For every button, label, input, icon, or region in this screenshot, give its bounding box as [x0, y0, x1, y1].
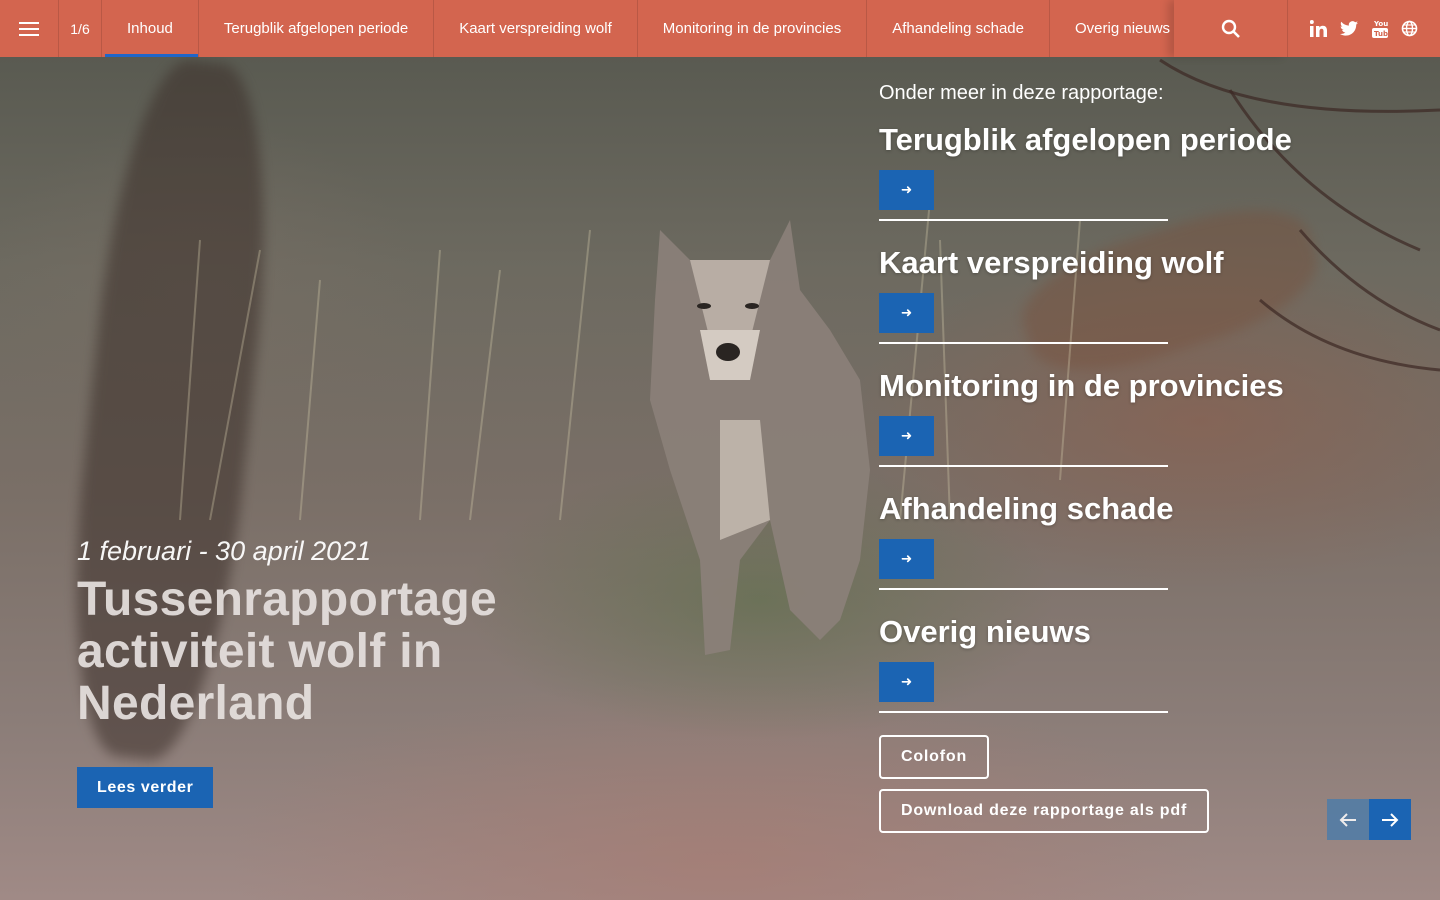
chapter-tabs: Inhoud Terugblik afgelopen periode Kaart…	[102, 0, 1174, 57]
toc-item-title[interactable]: Afhandeling schade	[879, 489, 1399, 529]
divider	[879, 588, 1168, 590]
slide-pager	[1327, 799, 1411, 840]
toc-go-button[interactable]: ➜	[879, 416, 934, 456]
page-title: Tussenrapportage activiteit wolf in Nede…	[77, 573, 497, 730]
toc-item-title[interactable]: Kaart verspreiding wolf	[879, 243, 1399, 283]
search-icon	[1221, 19, 1240, 38]
twitter-icon[interactable]	[1340, 21, 1359, 36]
tab-overig[interactable]: Overig nieuws	[1050, 0, 1174, 57]
menu-button[interactable]	[0, 0, 59, 57]
table-of-contents: Terugblik afgelopen periode ➜ Kaart vers…	[879, 120, 1399, 735]
toc-item-title[interactable]: Overig nieuws	[879, 612, 1399, 652]
toc-item-title[interactable]: Monitoring in de provincies	[879, 366, 1399, 406]
toc-go-button[interactable]: ➜	[879, 662, 934, 702]
linkedin-icon[interactable]	[1309, 20, 1327, 37]
next-page-button[interactable]	[1369, 799, 1411, 840]
top-navigation: 1/6 Inhoud Terugblik afgelopen periode K…	[0, 0, 1440, 57]
tab-kaart[interactable]: Kaart verspreiding wolf	[434, 0, 638, 57]
tab-schade[interactable]: Afhandeling schade	[867, 0, 1050, 57]
toc-intro: Onder meer in deze rapportage:	[879, 82, 1164, 104]
toc-item: Kaart verspreiding wolf ➜	[879, 243, 1399, 366]
divider	[879, 465, 1168, 467]
arrow-left-icon	[1339, 812, 1356, 827]
previous-page-button[interactable]	[1327, 799, 1369, 840]
divider	[879, 711, 1168, 713]
youtube-icon[interactable]: You Tube	[1371, 19, 1388, 38]
hamburger-menu-icon	[19, 21, 39, 36]
toc-go-button[interactable]: ➜	[879, 539, 934, 579]
globe-icon[interactable]	[1401, 20, 1418, 37]
svg-text:Tube: Tube	[1374, 30, 1388, 38]
colofon-button[interactable]: Colofon	[879, 735, 990, 779]
toc-item: Overig nieuws ➜	[879, 612, 1399, 735]
toc-go-button[interactable]: ➜	[879, 293, 934, 333]
read-more-button[interactable]: Lees verder	[77, 767, 214, 808]
page-counter: 1/6	[59, 0, 102, 57]
svg-text:You: You	[1373, 20, 1388, 28]
toc-item-title[interactable]: Terugblik afgelopen periode	[879, 120, 1399, 160]
tab-terugblik[interactable]: Terugblik afgelopen periode	[199, 0, 435, 57]
tab-inhoud[interactable]: Inhoud	[102, 0, 199, 57]
toc-item: Terugblik afgelopen periode ➜	[879, 120, 1399, 243]
download-pdf-button[interactable]: Download deze rapportage als pdf	[879, 789, 1210, 833]
toc-item: Monitoring in de provincies ➜	[879, 366, 1399, 489]
divider	[879, 342, 1168, 344]
report-date-range: 1 februari - 30 april 2021	[77, 536, 372, 566]
tab-monitoring[interactable]: Monitoring in de provincies	[638, 0, 868, 57]
arrow-right-icon	[1382, 812, 1399, 827]
social-links: You Tube	[1288, 0, 1440, 57]
toc-item: Afhandeling schade ➜	[879, 489, 1399, 612]
search-button[interactable]	[1174, 0, 1288, 57]
toc-go-button[interactable]: ➜	[879, 170, 934, 210]
divider	[879, 219, 1168, 221]
